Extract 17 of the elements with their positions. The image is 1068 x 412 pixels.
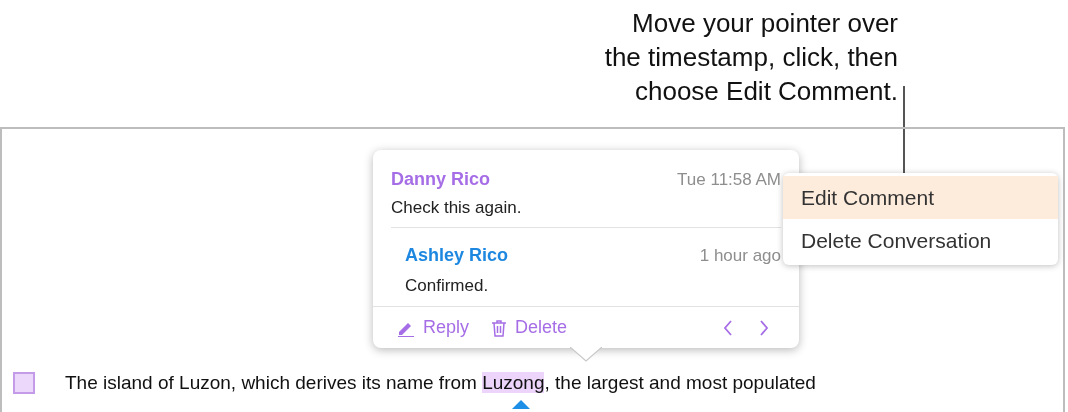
author-name: Danny Rico: [391, 168, 491, 191]
timestamp[interactable]: 1 hour ago: [699, 242, 781, 268]
reply-text: Confirmed.: [405, 274, 490, 297]
author-name: Ashley Rico: [405, 243, 509, 267]
reply-button[interactable]: Reply: [397, 314, 470, 341]
menu-item[interactable]: Edit Comment: [783, 176, 1058, 219]
paragraph-text: The island of Luzon, which derives its name from Luzong, the largest and most populated: [65, 369, 816, 398]
comment-marker[interactable]: [13, 372, 35, 395]
menu-item[interactable]: Delete Conversation: [783, 219, 1058, 262]
comment-text: Check this again.: [391, 197, 523, 219]
timestamp[interactable]: Tue 11:58 AM: [677, 167, 781, 193]
previous-icon[interactable]: [723, 319, 733, 336]
trash-icon: [491, 318, 508, 337]
callout-text: Move your pointer over the timestamp, click, then choose Edit Comment.: [604, 7, 898, 108]
triangle-marker-icon: [512, 400, 531, 409]
delete-button[interactable]: Delete: [491, 314, 568, 341]
next-icon[interactable]: [759, 319, 769, 336]
